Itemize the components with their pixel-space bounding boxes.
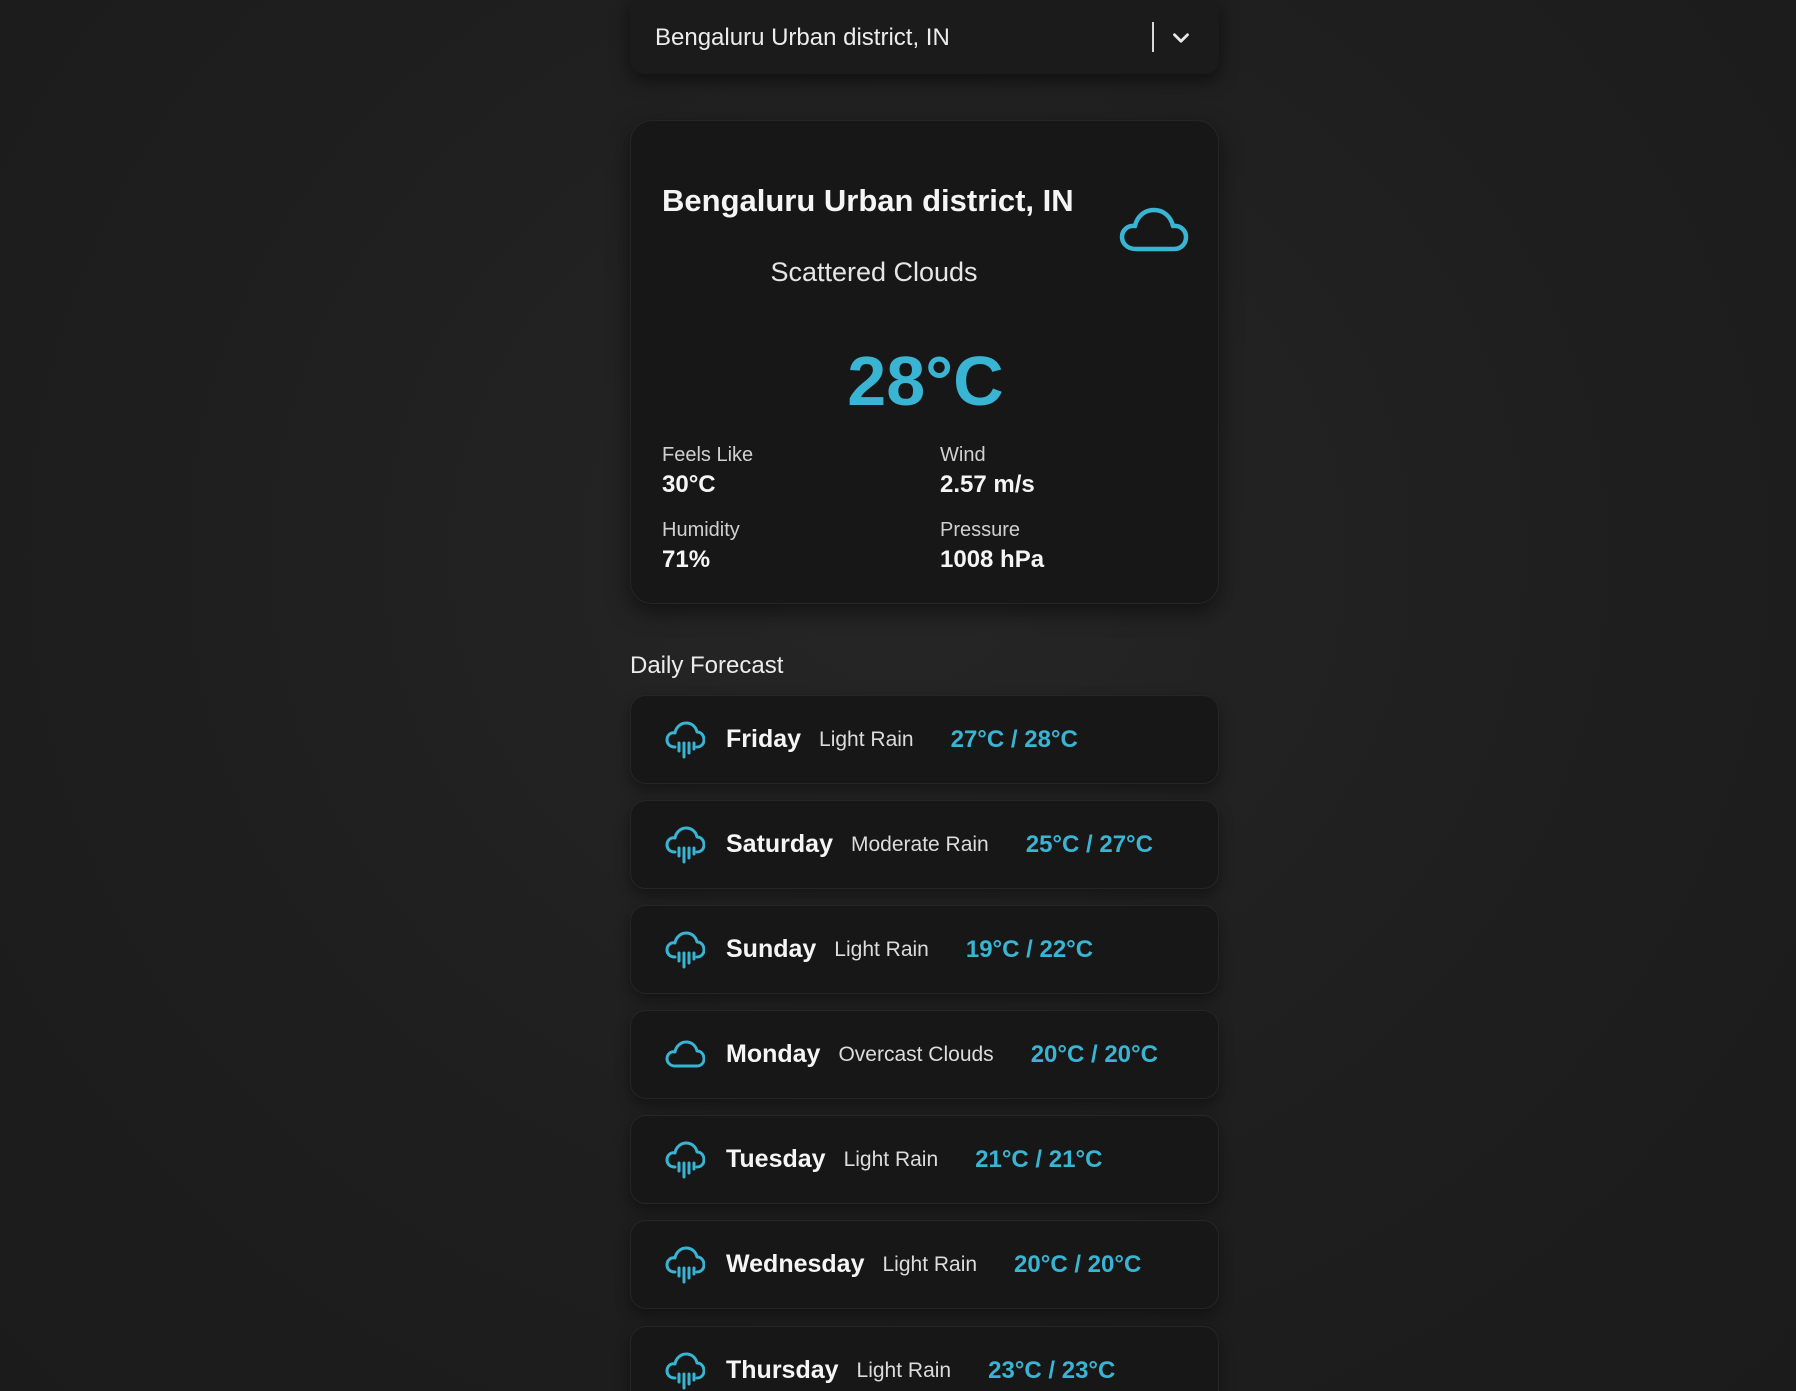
forecast-day-name: Tuesday bbox=[726, 1145, 826, 1173]
location-select-value: Bengaluru Urban district, IN bbox=[655, 24, 950, 51]
forecast-day-range: 21°C / 21°C bbox=[975, 1145, 1103, 1173]
forecast-day-item[interactable]: Friday Light Rain 27°C / 28°C bbox=[630, 695, 1219, 784]
stat-label: Humidity bbox=[662, 519, 740, 541]
location-select[interactable]: Bengaluru Urban district, IN bbox=[630, 0, 1219, 74]
forecast-day-range: 27°C / 28°C bbox=[950, 725, 1078, 753]
stat-value: 1008 hPa bbox=[940, 546, 1045, 573]
rain-cloud-icon bbox=[665, 721, 705, 758]
forecast-day-range: 23°C / 23°C bbox=[988, 1356, 1116, 1384]
forecast-day-condition: Overcast Clouds bbox=[838, 1042, 994, 1066]
select-separator bbox=[1152, 22, 1154, 52]
stat-label: Feels Like bbox=[662, 444, 754, 466]
chevron-down-icon[interactable] bbox=[1168, 25, 1194, 51]
forecast-day-name: Monday bbox=[726, 1040, 821, 1068]
cloud-icon bbox=[665, 1040, 705, 1067]
rain-cloud-icon bbox=[665, 826, 705, 863]
forecast-day-condition: Light Rain bbox=[843, 1147, 939, 1171]
forecast-day-condition: Light Rain bbox=[856, 1358, 952, 1382]
stat-label: Wind bbox=[940, 444, 986, 466]
forecast-day-item[interactable]: Monday Overcast Clouds 20°C / 20°C bbox=[630, 1010, 1219, 1099]
forecast-day-item[interactable]: Saturday Moderate Rain 25°C / 27°C bbox=[630, 800, 1219, 889]
rain-cloud-icon bbox=[665, 1352, 705, 1389]
forecast-title: Daily Forecast bbox=[630, 652, 784, 679]
forecast-day-range: 25°C / 27°C bbox=[1025, 830, 1153, 858]
stat-value: 2.57 m/s bbox=[940, 471, 1035, 498]
current-weather-card: Bengaluru Urban district, IN Scattered C… bbox=[630, 120, 1219, 604]
forecast-day-item[interactable]: Thursday Light Rain 23°C / 23°C bbox=[630, 1326, 1219, 1391]
stat-value: 71% bbox=[662, 546, 711, 573]
current-description: Scattered Clouds bbox=[770, 257, 978, 287]
stat-wind: Wind 2.57 m/s bbox=[940, 444, 1180, 499]
forecast-day-condition: Light Rain bbox=[834, 937, 929, 961]
forecast-day-range: 19°C / 22°C bbox=[965, 935, 1094, 963]
forecast-day-name: Wednesday bbox=[726, 1250, 865, 1278]
forecast-day-name: Friday bbox=[726, 725, 802, 753]
cloud-icon bbox=[1119, 207, 1189, 252]
rain-cloud-icon bbox=[665, 1141, 705, 1178]
forecast-day-item[interactable]: Wednesday Light Rain 20°C / 20°C bbox=[630, 1220, 1219, 1309]
forecast-day-item[interactable]: Sunday Light Rain 19°C / 22°C bbox=[630, 905, 1219, 994]
forecast-day-condition: Light Rain bbox=[819, 727, 914, 751]
forecast-day-item[interactable]: Tuesday Light Rain 21°C / 21°C bbox=[630, 1115, 1219, 1204]
forecast-day-condition: Light Rain bbox=[882, 1252, 978, 1276]
stat-humidity: Humidity 71% bbox=[662, 519, 902, 574]
stat-pressure: Pressure 1008 hPa bbox=[940, 519, 1180, 574]
forecast-day-name: Thursday bbox=[726, 1356, 839, 1384]
forecast-day-range: 20°C / 20°C bbox=[1030, 1040, 1158, 1068]
forecast-day-condition: Moderate Rain bbox=[850, 832, 989, 856]
rain-cloud-icon bbox=[665, 1246, 705, 1283]
stat-value: 30°C bbox=[662, 471, 716, 498]
current-temperature: 28°C bbox=[847, 342, 1004, 420]
current-city: Bengaluru Urban district, IN bbox=[662, 183, 1074, 218]
forecast-day-range: 20°C / 20°C bbox=[1014, 1250, 1142, 1278]
forecast-day-name: Sunday bbox=[726, 935, 817, 963]
stat-feels-like: Feels Like 30°C bbox=[662, 444, 902, 499]
forecast-day-name: Saturday bbox=[726, 830, 833, 858]
rain-cloud-icon bbox=[665, 931, 705, 968]
stat-label: Pressure bbox=[940, 519, 1021, 541]
